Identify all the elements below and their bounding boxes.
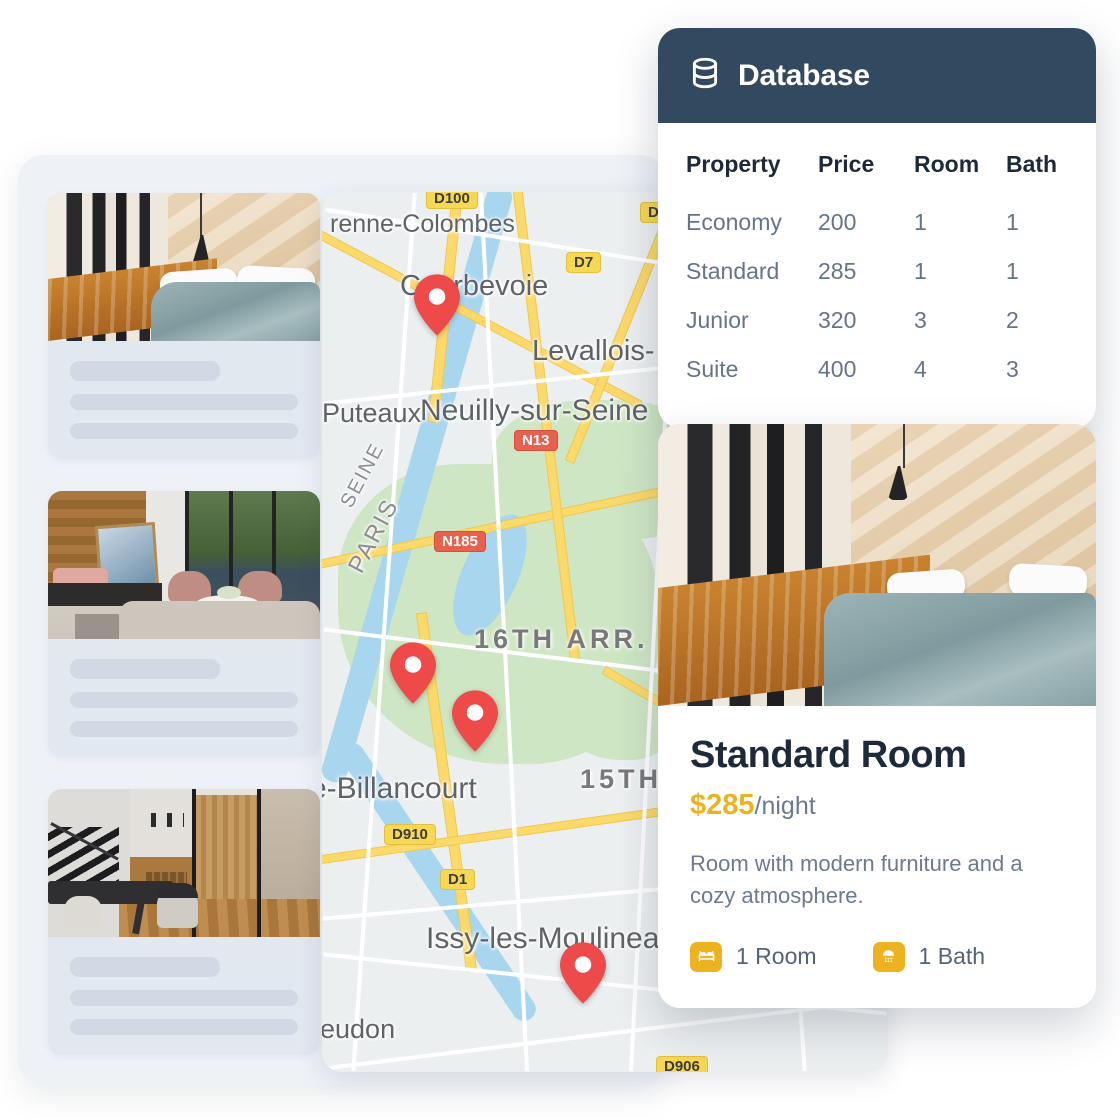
database-icon [688,56,722,95]
table-row[interactable]: Junior 320 3 2 [686,296,1068,345]
skeleton-lines [48,937,320,1035]
database-card-header: Database [658,28,1096,123]
map-pin[interactable] [414,274,460,336]
feature-bath: 1 Bath [872,941,986,972]
lounge-photo [48,491,320,639]
list-item[interactable] [48,789,320,1055]
map-road-shield: D7 [566,252,602,273]
map-pin[interactable] [560,942,606,1004]
map-place-label: e-Billancourt [322,772,477,805]
map-pin[interactable] [452,690,498,752]
skeleton-bar [70,1019,298,1035]
feature-room-label: 1 Room [736,943,817,970]
column-header-price: Price [818,151,875,177]
map-place-label: leudon [322,1014,396,1044]
room-price-unit: /night [754,792,816,820]
map-road-shield: N13 [514,430,558,451]
column-header-room: Room [914,151,980,177]
table-cell-room: 4 [914,356,927,382]
column-header-bath: Bath [1006,151,1058,177]
skeleton-bar [70,990,298,1006]
table-row[interactable]: Suite 400 4 3 [686,345,1068,394]
skeleton-bar [70,957,221,977]
bed-icon [690,941,722,972]
map-pin[interactable] [390,642,436,704]
table-cell-room: 1 [914,258,927,284]
list-item[interactable] [48,491,320,757]
map-road-shield: D910 [384,824,436,845]
listings-column [48,193,320,1055]
shower-icon [872,941,905,972]
table-cell-bath: 2 [1006,307,1019,333]
skeleton-bar [70,361,221,381]
room-photo [658,424,1096,706]
table-cell-property: Junior [686,307,749,333]
list-item[interactable] [48,193,320,459]
map-road-shield: D1 [440,869,476,890]
skeleton-bar [70,394,298,410]
database-card: Database Property Price Room Bath Econom… [658,28,1096,428]
table-cell-bath: 3 [1006,356,1019,382]
room-title: Standard Room [690,734,967,776]
skeleton-bar [70,721,298,737]
map-road-shield: D906 [656,1056,708,1072]
table-cell-price: 320 [818,307,857,333]
skeleton-bar [70,423,298,439]
room-price: $285 [690,789,755,821]
table-cell-price: 200 [818,209,857,235]
map-district-label: 15TH [580,764,663,794]
table-cell-bath: 1 [1006,258,1019,284]
skeleton-bar [70,692,298,708]
skeleton-lines [48,639,320,737]
database-card-body: Property Price Room Bath Economy 200 1 1 Sta… [658,123,1096,428]
map-place-label: Levallois- [532,335,655,367]
table-cell-property: Suite [686,356,739,382]
room-features: 1 Room 1 Bath [690,941,1064,972]
bedroom-photo [48,193,320,341]
skeleton-lines [48,341,320,439]
table-cell-price: 400 [818,356,857,382]
room-description: Room with modern furniture and a cozy at… [690,851,1023,908]
feature-room: 1 Room [690,941,817,972]
map-place-label: Neuilly-sur-Seine [420,394,649,427]
room-price-row: $285 /night [690,789,1064,822]
table-cell-property: Standard [686,258,780,284]
table-cell-price: 285 [818,258,857,284]
feature-bath-label: 1 Bath [918,943,986,970]
database-card-title: Database [738,58,870,92]
map-district-label: 16TH ARR. [474,624,649,654]
table-row[interactable]: Standard 285 1 1 [686,247,1068,296]
map-place-label: Puteaux [322,398,422,428]
map-road-shield: N185 [434,531,486,552]
app-screenshot: renne-Colombes Courbevoie Levallois- Puteau… [0,0,1120,1120]
map-place-label: renne-Colombes [330,210,515,238]
skeleton-bar [70,659,221,679]
table-cell-property: Economy [686,209,782,235]
room-detail-body: Standard Room $285 /night Room with mode… [658,706,1096,1008]
map-place-label: Issy-les-Moulineau [426,922,677,955]
table-cell-room: 3 [914,307,927,333]
table-cell-room: 1 [914,209,927,235]
table-header-row: Property Price Room Bath [686,145,1068,198]
table-cell-bath: 1 [1006,209,1019,235]
room-detail-card: Standard Room $285 /night Room with mode… [658,424,1096,1008]
table-row[interactable]: Economy 200 1 1 [686,198,1068,247]
kitchen-dining-photo [48,789,320,937]
map-road-shield: D100 [426,192,478,209]
properties-table: Property Price Room Bath Economy 200 1 1 Sta… [686,145,1068,394]
column-header-property: Property [686,151,781,177]
